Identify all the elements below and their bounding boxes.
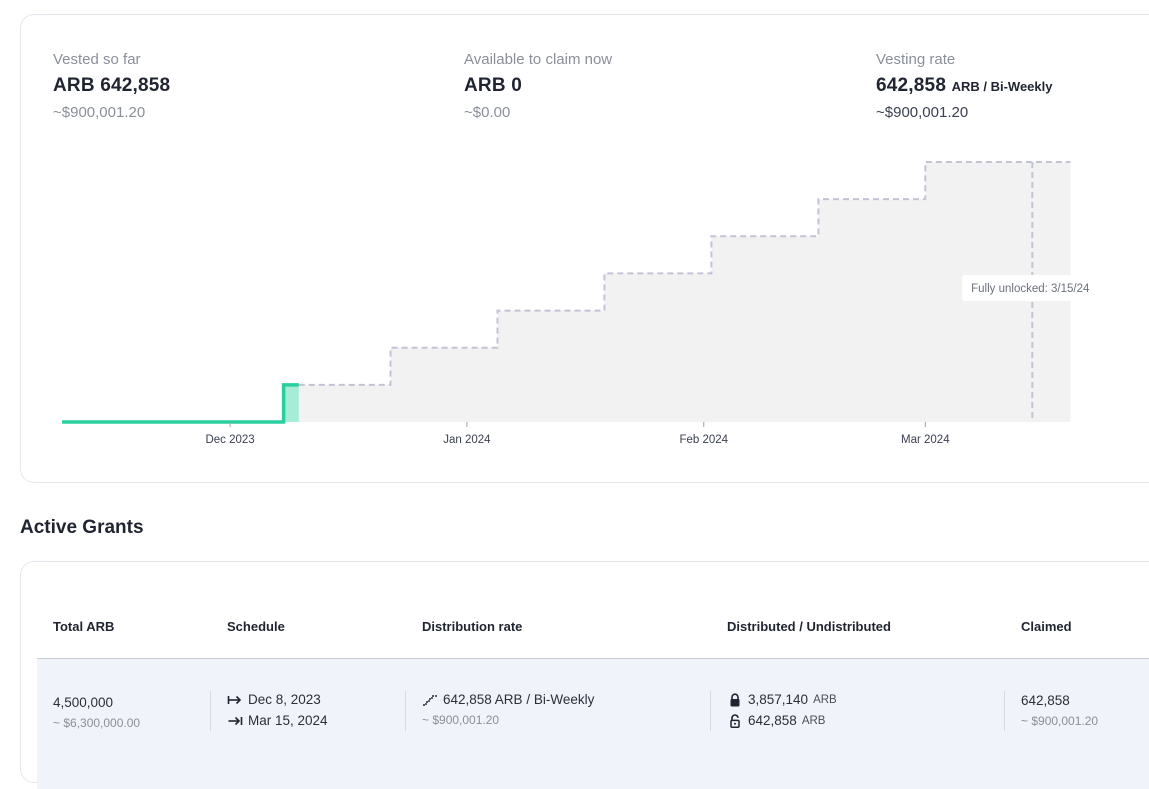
distributed-token: ARB [813,693,837,706]
unlock-annotation: Fully unlocked: 3/15/24 [962,275,1099,301]
rate-value-usd: ~ $900,001.20 [422,713,500,727]
header-claimed[interactable]: Claimed [1021,619,1072,634]
step-chart-icon [423,694,437,706]
x-tick-label: Dec 2023 [205,434,254,446]
vesting-chart: Dec 2023 Jan 2024 Feb 2024 Mar 2024 Fully u… [62,161,1099,446]
column-divider [210,691,211,731]
header-total[interactable]: Total ARB [53,619,114,634]
claimed-usd: ~ $900,001.20 [1021,714,1099,728]
claimed-amount: 642,858 [1021,693,1070,708]
active-grants-title: Active Grants [20,517,144,538]
arrow-to-bar-icon [228,716,243,725]
total-usd: ~ $6,300,000.00 [53,716,141,730]
vesting-summary-card: Vested so far ARB 642,858 ~$900,001.20 A… [20,14,1149,483]
rate-usd: ~$900,001.20 [876,104,969,121]
distributed-amount: 3,857,140 [748,692,809,707]
projection-area [283,162,1071,422]
schedule-cell: Dec 8, 2023 Mar 15, 2024 [227,692,328,728]
x-tick-label: Mar 2024 [901,434,950,446]
x-axis: Dec 2023 Jan 2024 Feb 2024 Mar 2024 [205,422,950,446]
rate-label: Vesting rate [876,51,956,68]
rate-amount-line: 642,858 ARB / Bi-Weekly [876,75,1052,97]
undistributed-token: ARB [801,714,826,727]
total-amount: 4,500,000 [53,695,114,710]
vested-label: Vested so far [53,51,141,68]
total-cell: 4,500,000 ~ $6,300,000.00 [53,695,140,730]
vested-usd: ~$900,001.20 [53,104,146,121]
arrow-right-bar-icon [227,695,242,704]
available-label: Available to claim now [464,51,613,68]
vested-line [62,383,299,424]
lock-open-icon [730,713,740,728]
undistributed-amount: 642,858 [748,713,797,728]
header-schedule[interactable]: Schedule [227,619,285,634]
available-usd: ~$0.00 [464,104,511,121]
rate-amount: 642,858 [876,75,947,96]
rate-cell: 642,858 ARB / Bi-Weekly ~ $900,001.20 [422,692,594,727]
x-tick-label: Feb 2024 [679,434,728,446]
available-amount: ARB 0 [464,75,523,96]
column-divider [1004,691,1005,731]
distributed-cell: 3,857,140 ARB 642,858 ARB [727,692,837,728]
schedule-start: Dec 8, 2023 [248,692,321,707]
schedule-end: Mar 15, 2024 [248,713,328,728]
header-distributed[interactable]: Distributed / Undistributed [727,619,891,634]
column-divider [710,691,711,731]
projection-area-fill [298,162,1071,422]
vested-stat: Vested so far ARB 642,858 ~$900,001.20 [53,51,170,121]
lock-closed-icon [730,692,740,706]
available-stat: Available to claim now ARB 0 ~$0.00 [464,51,612,121]
x-tick-label: Jan 2024 [443,434,491,446]
rate-value: 642,858 ARB / Bi-Weekly [443,692,595,707]
header-distribution-rate[interactable]: Distribution rate [422,619,522,634]
vested-fill [283,384,299,422]
rate-unit: ARB / Bi-Weekly [951,79,1053,94]
unlock-annotation-text: Fully unlocked: 3/15/24 [971,283,1090,295]
rate-stat: Vesting rate 642,858 ARB / Bi-Weekly ~$9… [876,51,1052,121]
active-grants-card: Total ARB Schedule Distribution rate Dis… [20,561,1149,789]
column-divider [405,691,406,731]
vested-amount: ARB 642,858 [53,75,171,96]
claimed-cell: 642,858 ~ $900,001.20 [1021,693,1098,728]
